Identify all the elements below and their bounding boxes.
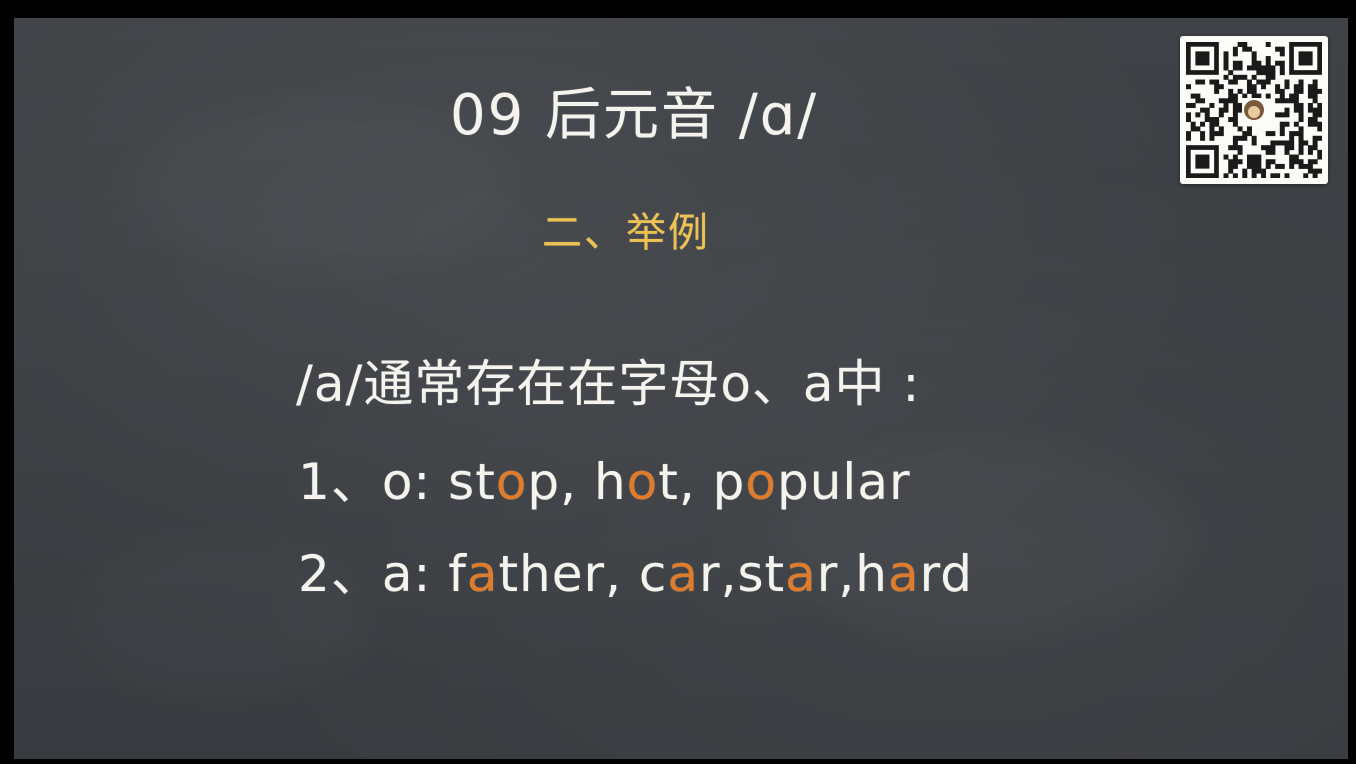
example-word-car: car,: [638, 545, 738, 603]
slide-title: 09 后元音 /ɑ/: [450, 83, 819, 148]
highlighted-vowel: a: [466, 545, 499, 603]
example-word-popular: popular: [712, 453, 911, 511]
example-word-hot: hot,: [593, 453, 713, 511]
highlighted-vowel: a: [785, 545, 817, 603]
example-letter: o: [381, 453, 414, 511]
slide-subtitle: 二、举例: [542, 210, 710, 256]
example-line-a: 2、a: father, car,star,hard: [298, 534, 973, 606]
example-number: 2: [298, 545, 331, 603]
example-separator: 、: [330, 545, 382, 603]
highlighted-vowel: o: [495, 453, 528, 511]
highlighted-vowel: a: [887, 545, 920, 603]
example-word-father: father,: [448, 545, 639, 603]
rule-statement: /a/通常存在在字母o、a中 :: [296, 355, 921, 413]
highlighted-vowel: a: [667, 545, 700, 603]
qr-code-icon: [1186, 42, 1322, 178]
example-letter: a: [381, 545, 414, 603]
example-word-stop: stop,: [448, 453, 594, 511]
example-word-hard: hard: [855, 545, 974, 603]
example-line-o: 1、o: stop, hot, popular: [298, 442, 911, 514]
example-word-star: star,: [737, 545, 856, 603]
example-colon: :: [413, 453, 449, 511]
example-number: 1: [298, 453, 331, 511]
chalkboard-slide: 09 后元音 /ɑ/ 二、举例 /a/通常存在在字母o、a中 : 1、o: st…: [14, 18, 1348, 759]
qr-code-card[interactable]: [1180, 36, 1328, 184]
video-frame: 09 后元音 /ɑ/ 二、举例 /a/通常存在在字母o、a中 : 1、o: st…: [0, 0, 1356, 764]
example-separator: 、: [330, 453, 382, 511]
example-colon: :: [413, 545, 449, 603]
highlighted-vowel: o: [745, 453, 777, 511]
highlighted-vowel: o: [626, 453, 659, 511]
